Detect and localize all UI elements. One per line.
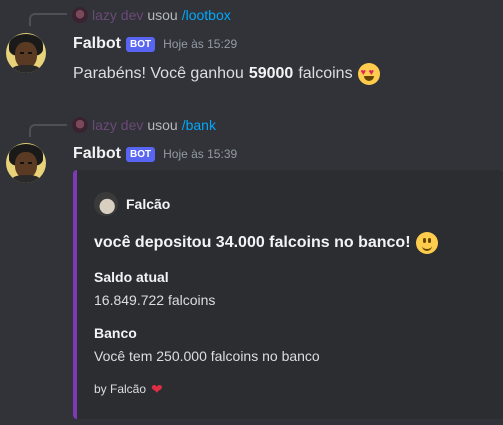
timestamp[interactable]: Hoje às 15:29 xyxy=(163,37,237,51)
footer-text: by Falcão xyxy=(94,382,147,396)
embed-title: você depositou 34.000 falcoins no banco! xyxy=(94,232,438,254)
reply-command[interactable]: /lootbox xyxy=(182,7,231,23)
field-name-saldo: Saldo atual xyxy=(94,269,169,285)
avatar[interactable] xyxy=(6,143,46,183)
message-header: Falbot BOT Hoje às 15:29 xyxy=(73,33,237,55)
content-amount: 59000 xyxy=(248,65,294,82)
reply-preview[interactable]: lazy dev usou /bank xyxy=(72,116,216,134)
timestamp[interactable]: Hoje às 15:39 xyxy=(163,147,237,161)
reply-command[interactable]: /bank xyxy=(182,117,216,133)
embed-author-icon xyxy=(94,192,118,216)
reply-connector xyxy=(29,124,67,137)
content-prefix: Parabéns! Você ganhou xyxy=(73,65,244,82)
reply-used-text: usou xyxy=(147,7,178,23)
embed-title-text: você depositou 34.000 falcoins no banco! xyxy=(94,234,411,251)
message-content: Parabéns! Você ganhou 59000 falcoins ♥ ♥ xyxy=(73,61,380,87)
reply-connector xyxy=(29,13,67,26)
bot-badge: BOT xyxy=(126,36,156,52)
reply-used-text: usou xyxy=(147,117,178,133)
content-suffix: falcoins xyxy=(298,65,353,82)
author-name[interactable]: Falbot xyxy=(73,145,121,163)
reply-avatar[interactable] xyxy=(72,117,88,133)
slightly-smiling-emoji-icon[interactable] xyxy=(415,232,438,254)
reply-avatar[interactable] xyxy=(72,7,88,23)
bot-badge: BOT xyxy=(126,146,156,162)
field-value-banco: Você tem 250.000 falcoins no banco xyxy=(94,348,320,364)
reply-preview[interactable]: lazy dev usou /lootbox xyxy=(72,6,231,24)
red-heart-emoji-icon: ❤ xyxy=(151,381,163,397)
avatar[interactable] xyxy=(6,33,46,73)
author-name[interactable]: Falbot xyxy=(73,35,121,53)
reply-username[interactable]: lazy dev xyxy=(92,117,143,133)
message-header: Falbot BOT Hoje às 15:39 xyxy=(73,143,237,165)
field-name-banco: Banco xyxy=(94,325,137,341)
embed-author: Falcão xyxy=(94,192,170,216)
embed-author-name: Falcão xyxy=(126,196,171,212)
heart-eyes-emoji-icon[interactable]: ♥ ♥ xyxy=(357,63,380,85)
embed-footer: by Falcão ❤ xyxy=(94,382,163,396)
reply-username[interactable]: lazy dev xyxy=(92,7,143,23)
field-value-saldo: 16.849.722 falcoins xyxy=(94,292,216,308)
embed: Falcão você depositou 34.000 falcoins no… xyxy=(73,170,503,419)
